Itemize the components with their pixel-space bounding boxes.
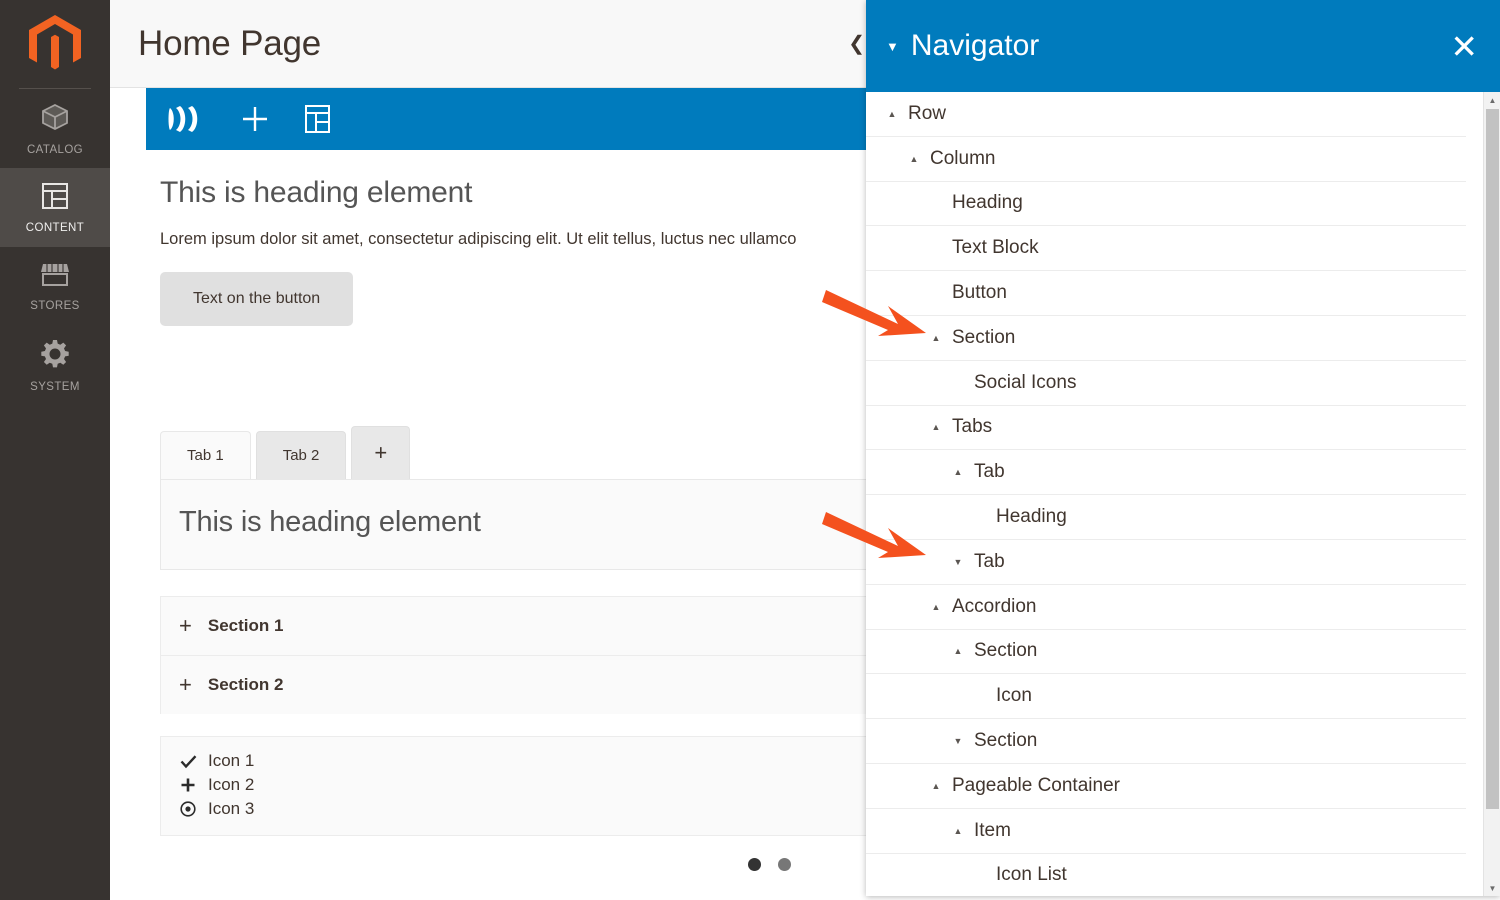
app-root: CATALOG CONTENT STORES SYSTEM Home Page …	[0, 0, 1500, 900]
plus-icon: +	[179, 672, 192, 697]
tree-row-label: Icon	[996, 685, 1032, 707]
tree-row[interactable]: ▼ Tab	[866, 539, 1466, 585]
plus-icon: +	[179, 613, 192, 638]
tree-row[interactable]: Icon	[866, 674, 1466, 720]
tree-row[interactable]: Button	[866, 271, 1466, 316]
tree-row[interactable]: Heading	[866, 181, 1466, 227]
caret-down-icon[interactable]: ▼	[886, 40, 899, 53]
check-icon	[179, 754, 197, 769]
sidebar-item-content[interactable]: CONTENT	[0, 168, 110, 247]
scrollbar-thumb[interactable]	[1486, 109, 1499, 809]
tab-2[interactable]: Tab 2	[255, 431, 347, 479]
tree-row[interactable]: ▲ Tab	[866, 450, 1466, 496]
tree-row-label: Item	[974, 819, 1011, 841]
navigator-scrollbar[interactable]: ▲ ▼	[1483, 92, 1500, 896]
caret-up-icon[interactable]: ▲	[950, 467, 966, 477]
plus-icon	[179, 777, 197, 793]
admin-sidebar: CATALOG CONTENT STORES SYSTEM	[0, 0, 110, 900]
navigator-tree: ▲ Row ▲ Column Heading Text Block Button ▲ Secti…	[866, 92, 1466, 896]
caret-up-icon[interactable]: ▲	[928, 602, 944, 612]
navigator-title: Navigator	[910, 29, 1040, 62]
tree-row-label: Section	[974, 730, 1038, 752]
pagebuilder-logo-icon[interactable]	[168, 102, 206, 136]
sidebar-label-catalog: CATALOG	[26, 143, 84, 156]
caret-up-icon[interactable]: ▲	[950, 826, 966, 836]
stores-storefront-icon	[40, 262, 70, 293]
caret-up-icon[interactable]: ▲	[928, 781, 944, 791]
tab-1[interactable]: Tab 1	[160, 431, 251, 479]
tree-row-label: Tabs	[952, 416, 993, 438]
scroll-down-icon[interactable]: ▼	[1484, 880, 1500, 896]
tree-row[interactable]: Text Block	[866, 226, 1466, 272]
catalog-box-icon	[40, 102, 70, 137]
sidebar-item-stores[interactable]: STORES	[0, 247, 110, 326]
magento-logo-icon	[29, 15, 81, 70]
navigator-header: ▼ Navigator ✕	[866, 0, 1500, 92]
pager-dot-active[interactable]	[747, 858, 761, 871]
caret-up-icon[interactable]: ▲	[928, 422, 944, 432]
tree-row[interactable]: ▲ Column	[866, 136, 1466, 182]
add-tab-button[interactable]: +	[351, 426, 411, 479]
caret-down-icon[interactable]: ▼	[950, 557, 966, 567]
tree-row-label: Heading	[996, 506, 1067, 528]
tree-row[interactable]: ▼ Section	[866, 719, 1466, 764]
sidebar-item-catalog[interactable]: CATALOG	[0, 89, 110, 168]
sidebar-label-stores: STORES	[30, 299, 80, 312]
navigator-tree-wrap: ▲ Row ▲ Column Heading Text Block Button ▲ Secti…	[866, 92, 1500, 896]
navigator-header-left: ▼ Navigator	[886, 29, 1039, 63]
tree-row-label: Text Block	[952, 237, 1039, 259]
tree-row-label: Tab	[974, 461, 1005, 483]
tree-row[interactable]: ▲ Row	[866, 92, 1466, 137]
tree-row-label: Section	[952, 326, 1016, 348]
navigator-panel: ▼ Navigator ✕ ▲ Row ▲ Column Heading Text Blo…	[866, 0, 1500, 896]
scroll-up-icon[interactable]: ▲	[1484, 92, 1500, 108]
caret-up-icon[interactable]: ▲	[950, 646, 966, 656]
icon-list-label: Icon 2	[208, 775, 255, 794]
chevron-left-icon[interactable]: ❮	[848, 34, 865, 54]
caret-up-icon[interactable]: ▲	[884, 109, 900, 119]
tree-row[interactable]: ▲ Pageable Container	[866, 763, 1466, 809]
close-icon[interactable]: ✕	[1450, 30, 1478, 63]
tree-row-label: Heading	[952, 192, 1023, 214]
caret-down-icon[interactable]: ▼	[950, 736, 966, 746]
content-layout-icon	[41, 182, 69, 215]
tree-row[interactable]: ▲ Section	[866, 315, 1466, 361]
tree-row[interactable]: ▲ Accordion	[866, 584, 1466, 630]
template-layout-icon[interactable]	[304, 104, 331, 134]
pager-dot[interactable]	[777, 858, 791, 871]
dot-circle-icon	[179, 801, 197, 817]
sidebar-label-content: CONTENT	[25, 221, 85, 234]
caret-up-icon[interactable]: ▲	[928, 333, 944, 343]
tree-row-label: Accordion	[952, 595, 1037, 617]
tree-row[interactable]: Icon List	[866, 853, 1466, 896]
icon-list-label: Icon 1	[208, 751, 255, 770]
sidebar-label-system: SYSTEM	[30, 380, 80, 393]
tree-row-label: Button	[952, 282, 1007, 304]
tree-row[interactable]: ▲ Tabs	[866, 405, 1466, 451]
tree-row-label: Pageable Container	[952, 774, 1120, 796]
tree-row-label: Social Icons	[974, 371, 1077, 393]
page-title: Home Page	[138, 23, 322, 63]
sidebar-item-system[interactable]: SYSTEM	[0, 326, 110, 405]
system-gear-icon	[40, 339, 70, 374]
tree-row-label: Column	[930, 147, 996, 169]
tree-row[interactable]: Social Icons	[866, 360, 1466, 406]
stage-button[interactable]: Text on the button	[160, 272, 354, 326]
tree-row[interactable]: Heading	[866, 495, 1466, 540]
tree-row[interactable]: ▲ Section	[866, 629, 1466, 675]
accordion-section-2-label: Section 2	[207, 675, 284, 694]
magento-logo[interactable]	[0, 0, 110, 88]
tree-row[interactable]: ▲ Item	[866, 808, 1466, 854]
accordion-section-1-label: Section 1	[207, 616, 284, 635]
icon-list-label: Icon 3	[208, 799, 255, 818]
tree-row-label: Tab	[974, 550, 1005, 572]
add-content-icon[interactable]	[240, 104, 270, 134]
tree-row-label: Row	[908, 102, 947, 124]
caret-up-icon[interactable]: ▲	[906, 154, 922, 164]
tree-row-label: Section	[974, 640, 1038, 662]
tree-row-label: Icon List	[996, 864, 1067, 886]
